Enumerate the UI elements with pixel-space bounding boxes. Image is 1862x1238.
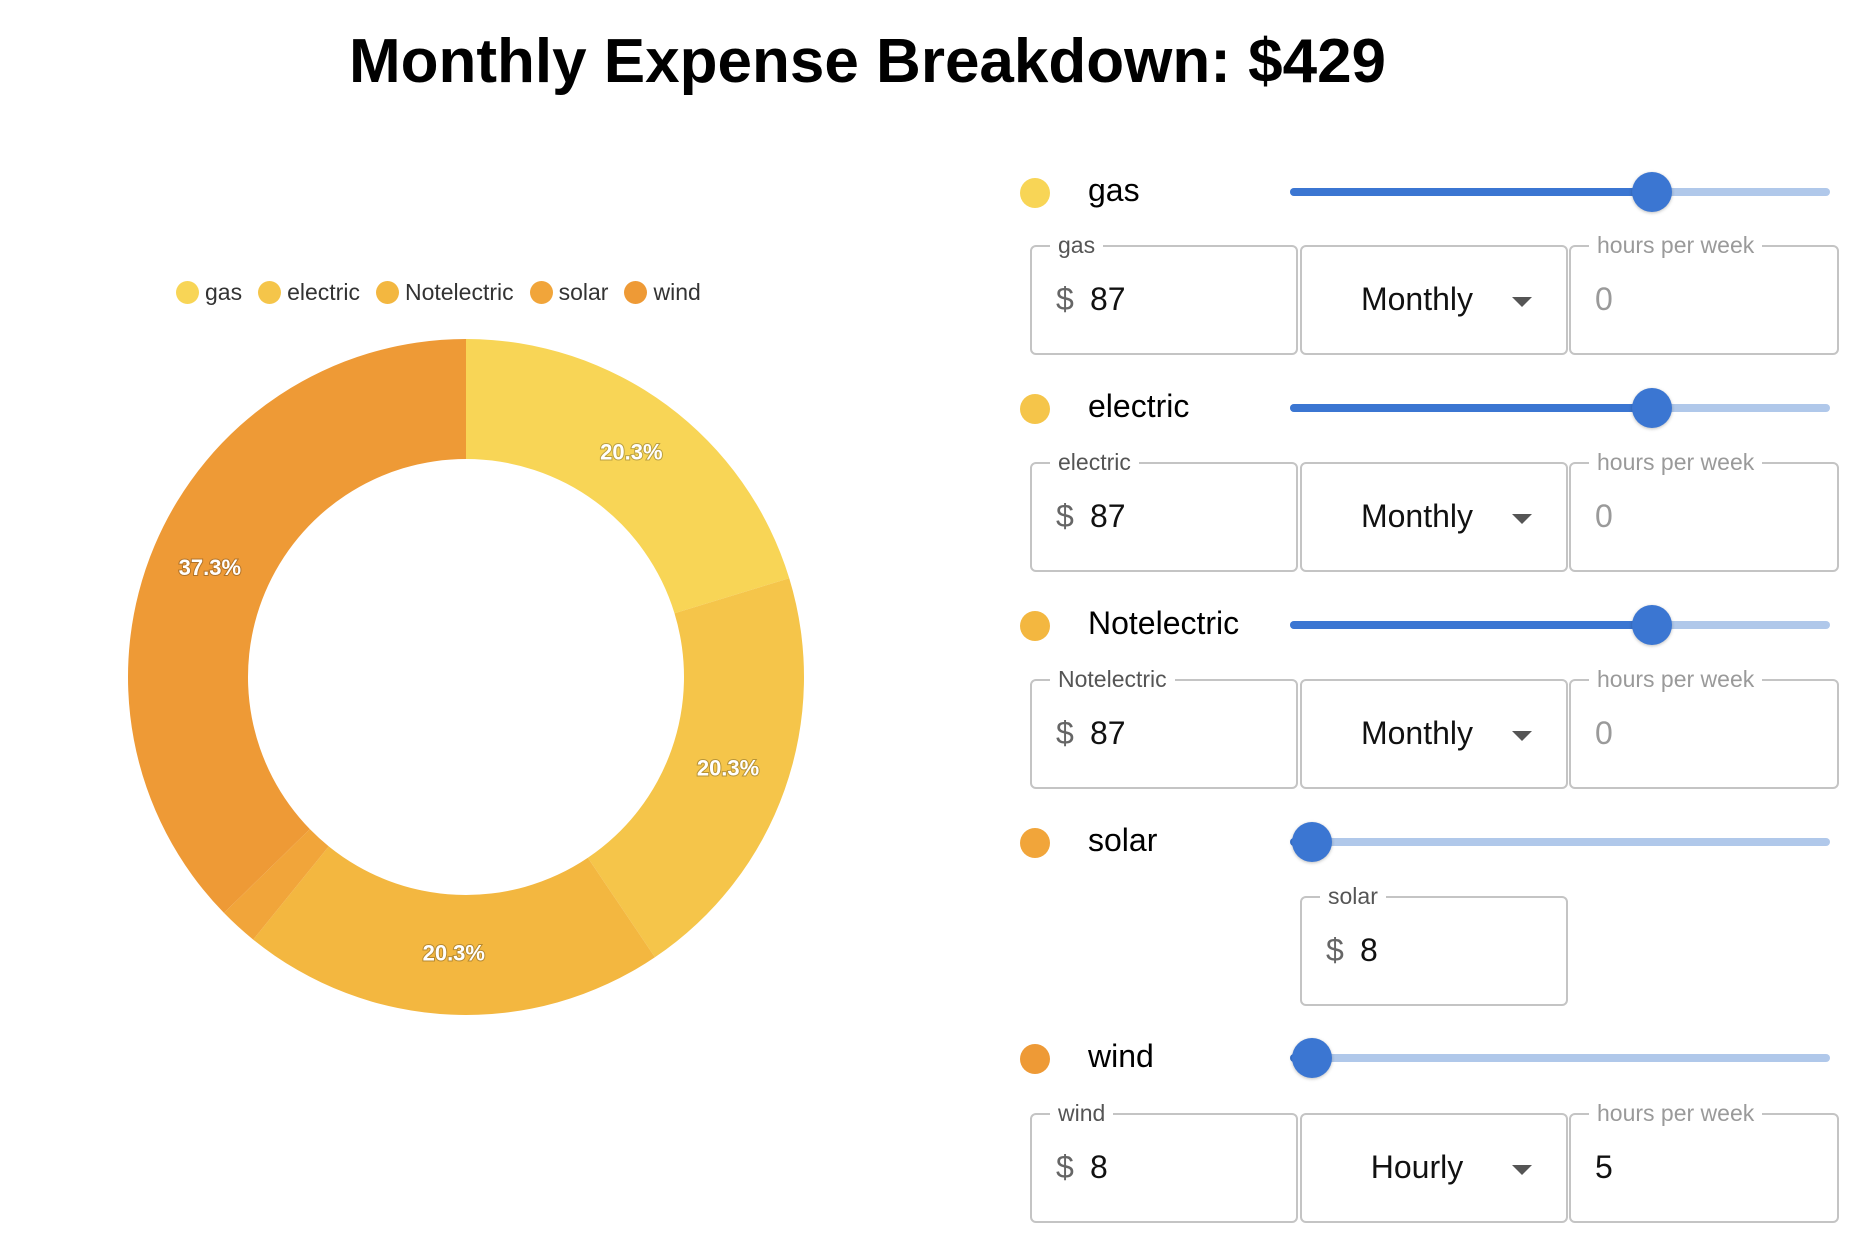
electric-amount-field[interactable]: electric $ 87 <box>1030 448 1298 572</box>
chevron-down-icon[interactable] <box>1512 1165 1532 1175</box>
frequency-value[interactable]: Monthly <box>1302 281 1532 318</box>
frequency-value[interactable]: Monthly <box>1302 715 1532 752</box>
field-label: hours per week <box>1589 231 1763 259</box>
slice-label: 20.3% <box>697 756 759 781</box>
wind-hours-field[interactable]: hours per week 5 <box>1569 1099 1839 1223</box>
hours-value[interactable]: 0 <box>1595 498 1613 535</box>
currency-prefix: $ <box>1056 715 1074 751</box>
expense-name: solar <box>1088 822 1158 858</box>
notelectric-frequency-select[interactable]: Monthly <box>1300 679 1568 789</box>
chevron-down-icon[interactable] <box>1512 514 1532 524</box>
slider-thumb[interactable] <box>1631 172 1672 212</box>
slice-label: 20.3% <box>600 439 662 464</box>
expense-name: Notelectric <box>1088 605 1240 641</box>
slider-thumb[interactable] <box>1631 605 1672 645</box>
electric-hours-field[interactable]: hours per week 0 <box>1569 448 1839 572</box>
currency-prefix: $ <box>1056 281 1074 317</box>
wind-amount-field[interactable]: wind $ 8 <box>1030 1099 1298 1223</box>
expense-header-wind: wind <box>1020 1024 1840 1094</box>
gas-hours-field[interactable]: hours per week 0 <box>1569 231 1839 355</box>
hours-value[interactable]: 0 <box>1595 715 1613 752</box>
expense-name: wind <box>1088 1038 1154 1074</box>
amount-value[interactable]: 8 <box>1090 1149 1108 1186</box>
amount-value[interactable]: 8 <box>1360 932 1378 969</box>
electric-frequency-select[interactable]: Monthly <box>1300 462 1568 572</box>
amount-value[interactable]: 87 <box>1090 498 1126 535</box>
slider-track <box>1290 621 1652 629</box>
pie-slice-wind[interactable] <box>128 339 466 913</box>
expense-name: electric <box>1088 388 1190 424</box>
gas-color-dot <box>1020 178 1050 208</box>
field-label: hours per week <box>1589 665 1763 693</box>
chevron-down-icon[interactable] <box>1512 731 1532 741</box>
slider-rail[interactable] <box>1290 838 1830 846</box>
pie-slice-notelectric[interactable] <box>253 846 655 1015</box>
solar-slider[interactable] <box>1290 808 1830 878</box>
slice-label: 20.3% <box>423 941 485 966</box>
notelectric-slider[interactable] <box>1290 591 1830 661</box>
slider-rail[interactable] <box>1290 1054 1830 1062</box>
electric-color-dot <box>1020 394 1050 424</box>
slice-label: 37.3% <box>179 555 241 580</box>
gas-frequency-select[interactable]: Monthly <box>1300 245 1568 355</box>
expense-header-solar: solar <box>1020 808 1840 878</box>
slider-track <box>1290 404 1652 412</box>
wind-color-dot <box>1020 1044 1050 1074</box>
notelectric-hours-field[interactable]: hours per week 0 <box>1569 665 1839 789</box>
electric-slider[interactable] <box>1290 374 1830 444</box>
frequency-value[interactable]: Monthly <box>1302 498 1532 535</box>
currency-prefix: $ <box>1326 932 1344 968</box>
hours-value[interactable]: 0 <box>1595 281 1613 318</box>
notelectric-amount-field[interactable]: Notelectric $ 87 <box>1030 665 1298 789</box>
slider-track <box>1290 188 1652 196</box>
pie-slice-gas[interactable] <box>466 339 790 614</box>
slider-thumb[interactable] <box>1631 388 1672 428</box>
notelectric-color-dot <box>1020 611 1050 641</box>
page-title: Monthly Expense Breakdown: $429 <box>348 27 1387 96</box>
field-label: wind <box>1050 1099 1114 1127</box>
currency-prefix: $ <box>1056 498 1074 534</box>
amount-value[interactable]: 87 <box>1090 715 1126 752</box>
field-label: electric <box>1050 448 1139 476</box>
gas-slider[interactable] <box>1290 158 1830 228</box>
hours-value[interactable]: 5 <box>1595 1149 1613 1186</box>
slider-thumb[interactable] <box>1291 1038 1332 1078</box>
field-label: hours per week <box>1589 448 1763 476</box>
frequency-value[interactable]: Hourly <box>1302 1149 1532 1186</box>
solar-amount-field[interactable]: solar $ 8 <box>1300 882 1568 1006</box>
expense-header-notelectric: Notelectric <box>1020 591 1840 661</box>
amount-value[interactable]: 87 <box>1090 281 1126 318</box>
field-label: solar <box>1320 882 1386 910</box>
field-label: gas <box>1050 231 1104 259</box>
currency-prefix: $ <box>1056 1149 1074 1185</box>
donut-chart: 20.3% 20.3% 20.3% 37.3% <box>128 339 804 1015</box>
expense-header-gas: gas <box>1020 158 1840 228</box>
chevron-down-icon[interactable] <box>1512 297 1532 307</box>
solar-color-dot <box>1020 828 1050 858</box>
slider-thumb[interactable] <box>1291 822 1332 862</box>
field-label: hours per week <box>1589 1099 1763 1127</box>
expense-header-electric: electric <box>1020 374 1840 444</box>
field-label: Notelectric <box>1050 665 1175 693</box>
gas-amount-field[interactable]: gas $ 87 <box>1030 231 1298 355</box>
expense-name: gas <box>1088 172 1140 208</box>
wind-frequency-select[interactable]: Hourly <box>1300 1113 1568 1223</box>
wind-slider[interactable] <box>1290 1024 1830 1094</box>
